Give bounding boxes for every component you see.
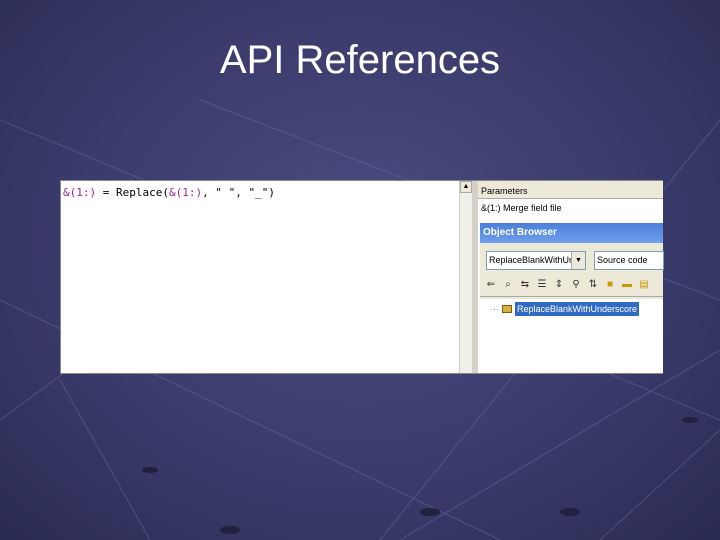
tree-item-label: ReplaceBlankWithUnderscore bbox=[515, 302, 640, 316]
library-select[interactable]: ReplaceBlankWithUnde ▼ bbox=[486, 251, 586, 270]
sort-icon[interactable]: ⇅ bbox=[586, 278, 600, 292]
class-icon[interactable]: ■ bbox=[603, 278, 617, 292]
object-browser-header: Object Browser bbox=[480, 223, 663, 243]
find-icon[interactable]: ⌕ bbox=[501, 278, 515, 292]
object-tree: ··· ReplaceBlankWithUnderscore bbox=[480, 299, 663, 373]
slide-title: API References bbox=[219, 38, 501, 82]
properties-icon[interactable]: ☰ bbox=[535, 278, 549, 292]
object-browser: ReplaceBlankWithUnde ▼ Source code ⇐ ⌕ ⇆ … bbox=[480, 243, 664, 373]
chevron-down-icon[interactable]: ▼ bbox=[571, 252, 585, 269]
code-token: &(1:) bbox=[168, 186, 203, 199]
embedded-screenshot: &(1:) = Replace(&(1:), " ", "_") ▲ Param… bbox=[60, 180, 664, 374]
back-icon[interactable]: ⇐ bbox=[484, 278, 498, 292]
group-icon[interactable]: ⇕ bbox=[552, 278, 566, 292]
library-select-value: ReplaceBlankWithUnde bbox=[489, 255, 585, 265]
code-token: = Replace( bbox=[96, 186, 169, 199]
method-icon[interactable]: ▬ bbox=[620, 278, 634, 292]
module-icon[interactable]: ▤ bbox=[637, 278, 651, 292]
module-icon bbox=[502, 305, 512, 313]
code-editor[interactable]: &(1:) = Replace(&(1:), " ", "_") bbox=[61, 181, 459, 373]
tree-item[interactable]: ··· ReplaceBlankWithUnderscore bbox=[490, 302, 640, 316]
code-token: &(1:) bbox=[63, 186, 97, 199]
references-icon[interactable]: ⇆ bbox=[518, 278, 532, 292]
object-browser-toolbar: ⇐ ⌕ ⇆ ☰ ⇕ ⚲ ⇅ ■ ▬ ▤ bbox=[480, 275, 663, 297]
view-select[interactable]: Source code bbox=[594, 251, 664, 270]
parameters-header: Parameters bbox=[478, 181, 663, 199]
scroll-up-icon[interactable]: ▲ bbox=[460, 181, 472, 193]
code-token: , " ", "_") bbox=[202, 186, 275, 199]
search-icon[interactable]: ⚲ bbox=[569, 278, 583, 292]
parameter-row[interactable]: &(1:) Merge field file bbox=[478, 199, 663, 219]
editor-scrollbar[interactable]: ▲ bbox=[459, 181, 472, 373]
side-panel: Parameters &(1:) Merge field file Object… bbox=[478, 181, 664, 373]
